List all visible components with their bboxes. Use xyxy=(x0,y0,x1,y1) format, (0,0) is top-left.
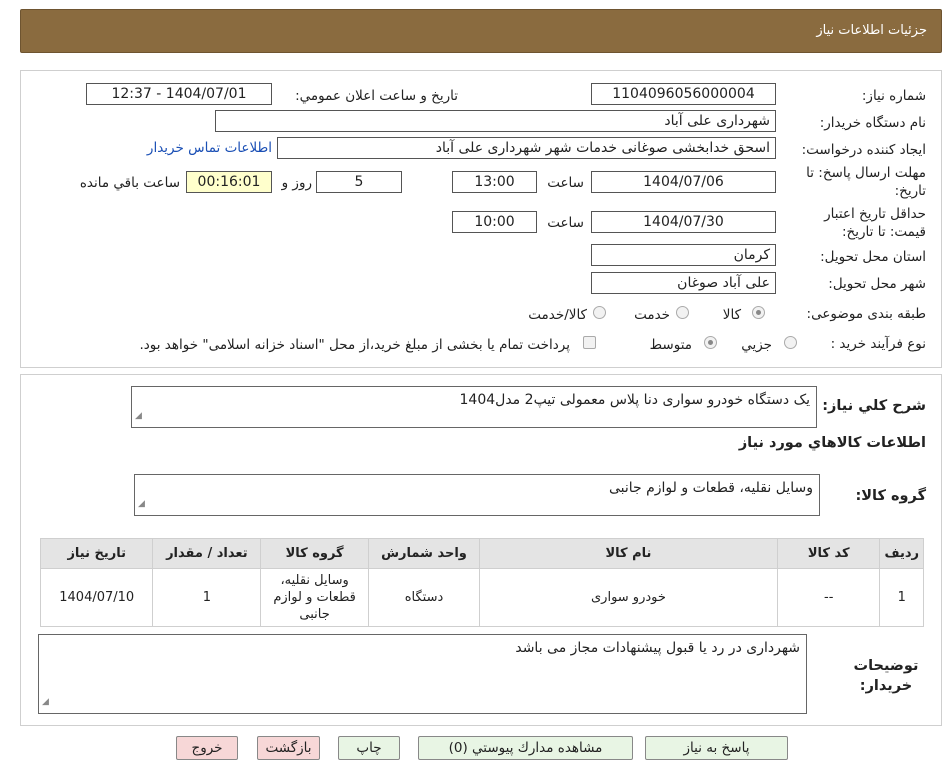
category-label: طبقه بندی موضوعی: xyxy=(806,306,926,322)
category-service-label: خدمت xyxy=(634,307,670,323)
page-title: جزئیات اطلاعات نیاز xyxy=(816,23,927,38)
purchase-minor-radio[interactable] xyxy=(784,336,797,349)
treasury-payment-note: پرداخت تمام یا بخشی از مبلغ خرید،از محل … xyxy=(139,337,570,353)
cell-unit: دستگاه xyxy=(368,568,480,627)
category-goods-label: کالا xyxy=(722,307,741,323)
treasury-payment-checkbox[interactable] xyxy=(583,336,596,349)
resize-grip-icon: ◢ xyxy=(42,697,49,707)
goods-table: ردیف کد کالا نام کالا واحد شمارش گروه کا… xyxy=(39,538,924,627)
remaining-time-label: ساعت باقي مانده xyxy=(79,175,180,191)
deadline-label: مهلت ارسال پاسخ: تا تاریخ: xyxy=(806,165,926,199)
summary-textarea: یک دستگاه خودرو سواری دنا پلاس معمولی تی… xyxy=(131,386,817,428)
cell-quantity: 1 xyxy=(152,568,262,627)
print-button[interactable]: چاپ xyxy=(338,736,400,760)
buyer-org-field: شهرداری علی آباد xyxy=(215,110,776,132)
deadline-days-field: 5 xyxy=(316,171,402,193)
cell-row-number: 1 xyxy=(879,568,924,627)
page-header: جزئیات اطلاعات نیاز xyxy=(20,9,942,53)
category-goods-service-label: کالا/خدمت xyxy=(528,307,587,323)
buyer-contact-link[interactable]: اطلاعات تماس خریدار xyxy=(147,140,272,156)
buyer-notes-text: شهرداری در رد یا قبول پیشنهادات مجاز می … xyxy=(515,640,800,656)
col-goods-code: کد کالا xyxy=(776,538,881,569)
need-number-field: 1104096056000004 xyxy=(591,83,776,105)
cell-goods-code: -- xyxy=(776,568,881,627)
deadline-days-label: روز و xyxy=(281,175,312,191)
col-quantity: تعداد / مقدار xyxy=(152,538,262,569)
deadline-time-label: ساعت xyxy=(547,175,584,191)
province-label: استان محل تحویل: xyxy=(820,249,926,265)
requester-label: ایجاد کننده درخواست: xyxy=(801,142,926,158)
purchase-process-label: نوع فرآیند خرید : xyxy=(830,336,926,352)
col-goods-name: نام کالا xyxy=(478,538,778,569)
goods-group-textarea: وسایل نقلیه، قطعات و لوازم جانبی ◢ xyxy=(134,474,820,516)
col-goods-group: گروه کالا xyxy=(260,538,369,569)
cell-goods-group: وسایل نقلیه، قطعات و لوازم جانبی xyxy=(260,568,369,627)
col-unit: واحد شمارش xyxy=(368,538,480,569)
announce-datetime-label: تاریخ و ساعت اعلان عمومي: xyxy=(295,88,458,104)
summary-text: یک دستگاه خودرو سواری دنا پلاس معمولی تی… xyxy=(459,392,810,408)
announce-datetime-field: 1404/07/01 - 12:37 xyxy=(86,83,272,105)
view-attachments-button[interactable]: مشاهده مدارك پیوستي (0) xyxy=(418,736,633,760)
requester-field: اسحق خدابخشی صوغانی خدمات شهر شهرداری عل… xyxy=(277,137,776,159)
cell-goods-name: خودرو سواری xyxy=(478,568,778,627)
resize-grip-icon: ◢ xyxy=(135,411,142,421)
price-validity-date-field: 1404/07/30 xyxy=(591,211,776,233)
purchase-minor-label: جزیي xyxy=(741,337,772,353)
city-field: علی آباد صوغان xyxy=(591,272,776,294)
goods-group-label: گروه کالا: xyxy=(855,488,926,504)
price-validity-time-label: ساعت xyxy=(547,215,584,231)
goods-table-header: ردیف کد کالا نام کالا واحد شمارش گروه کا… xyxy=(39,538,924,569)
city-label: شهر محل تحویل: xyxy=(828,276,926,292)
back-button[interactable]: بازگشت xyxy=(257,736,320,760)
table-row: 1 -- خودرو سواری دستگاه وسایل نقلیه، قطع… xyxy=(39,568,924,627)
col-row-number: ردیف xyxy=(879,538,924,569)
buyer-org-label: نام دستگاه خریدار: xyxy=(819,115,926,131)
summary-label: شرح کلي نیاز: xyxy=(822,398,926,414)
col-need-date: تاریخ نیاز xyxy=(39,538,154,569)
buyer-notes-textarea: شهرداری در رد یا قبول پیشنهادات مجاز می … xyxy=(38,634,807,714)
remaining-time-field: 00:16:01 xyxy=(186,171,272,193)
purchase-medium-label: متوسط xyxy=(649,337,692,353)
price-validity-time-field: 10:00 xyxy=(452,211,537,233)
purchase-medium-radio[interactable] xyxy=(704,336,717,349)
cell-need-date: 1404/07/10 xyxy=(39,568,154,627)
goods-info-title: اطلاعات کالاهاي مورد نیاز xyxy=(738,435,926,451)
price-validity-label: حداقل تاریخ اعتبار قیمت: تا تاریخ: xyxy=(824,206,926,240)
exit-button[interactable]: خروج xyxy=(176,736,238,760)
category-service-radio[interactable] xyxy=(676,306,689,319)
need-number-label: شماره نیاز: xyxy=(861,88,926,104)
category-goods-service-radio[interactable] xyxy=(593,306,606,319)
province-field: کرمان xyxy=(591,244,776,266)
goods-group-text: وسایل نقلیه، قطعات و لوازم جانبی xyxy=(608,480,813,496)
deadline-date-field: 1404/07/06 xyxy=(591,171,776,193)
reply-button[interactable]: پاسخ به نیاز xyxy=(645,736,788,760)
deadline-time-field: 13:00 xyxy=(452,171,537,193)
resize-grip-icon: ◢ xyxy=(138,499,145,509)
buyer-notes-label: توضیحات خریدار: xyxy=(853,658,919,694)
category-goods-radio[interactable] xyxy=(752,306,765,319)
